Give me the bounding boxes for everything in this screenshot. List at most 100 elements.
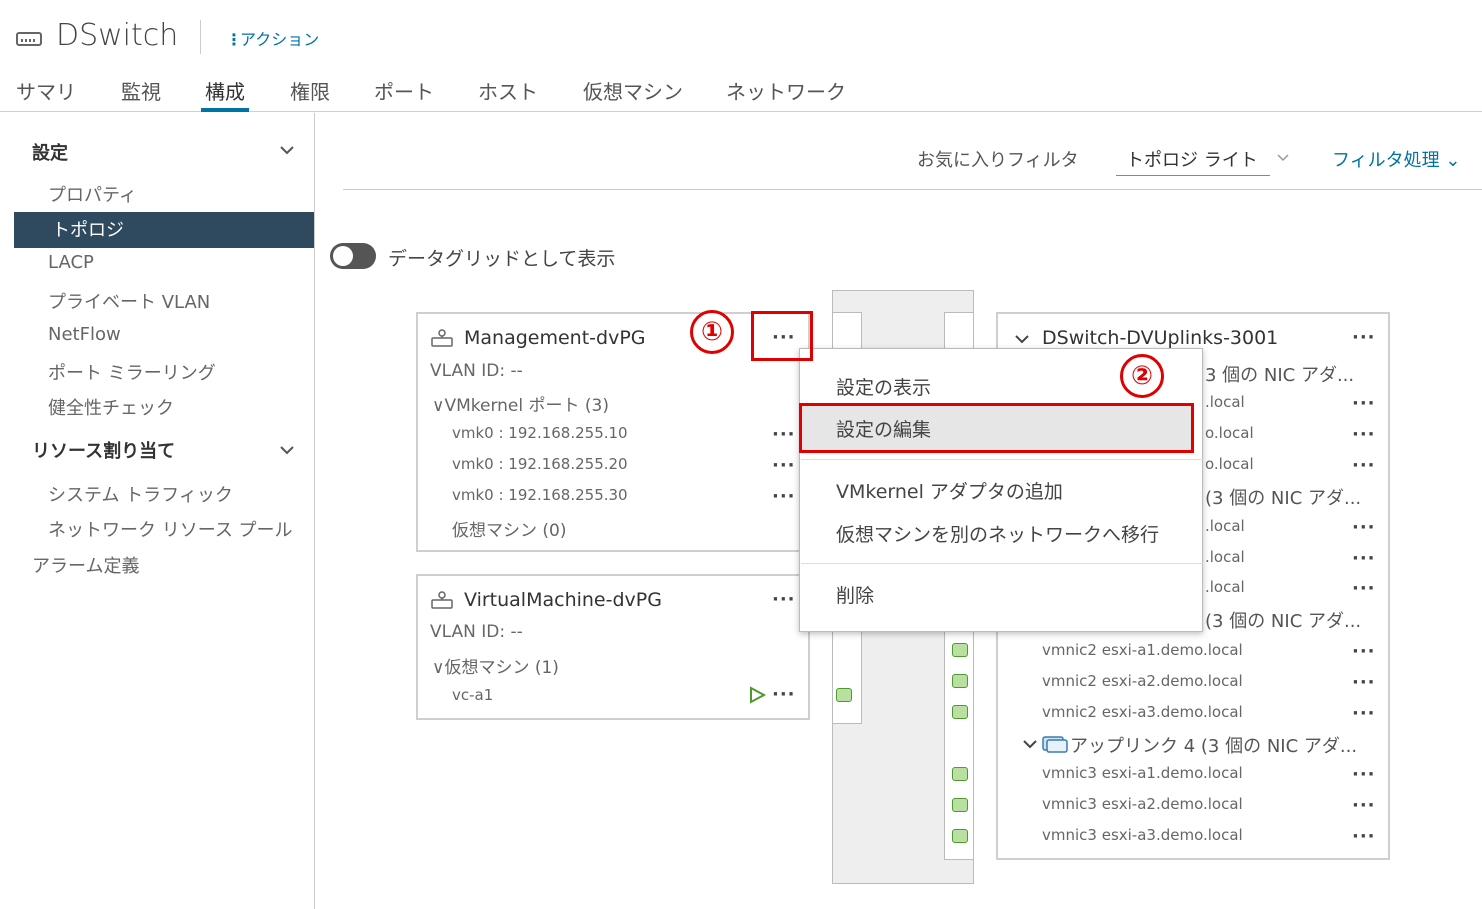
datagrid-toggle[interactable] [330,243,376,269]
tab-summary[interactable]: サマリ [16,76,76,112]
tab-permissions[interactable]: 権限 [290,76,330,112]
more-icon[interactable]: ··· [1352,393,1376,414]
vms-label: 仮想マシン (0) [452,521,567,541]
sidebar-item-system-traffic[interactable]: システム トラフィック [48,481,233,507]
sidebar-section-resources[interactable]: リソース割り当て [32,437,175,463]
more-icon[interactable]: ··· [772,486,796,507]
annotation-box-step1 [751,311,813,361]
more-icon[interactable]: ··· [1352,327,1376,348]
chevron-down-icon[interactable] [1022,737,1038,751]
menu-item-delete[interactable]: 削除 [836,581,874,608]
filter-label: フィルタ処理 [1332,150,1440,171]
more-icon[interactable]: ··· [1352,517,1376,538]
actions-label: アクション [240,30,320,49]
uplink-icon [1042,736,1068,753]
uplink-row: .local [1205,517,1245,535]
more-icon[interactable]: ··· [772,589,796,610]
vms-label: 仮想マシン (1) [444,658,559,678]
more-icon[interactable]: ··· [772,455,796,476]
uplink-row: .local [1205,578,1245,596]
vms-toggle[interactable]: ∨仮想マシン (1) [432,653,559,678]
divider [343,189,1482,190]
chevron-down-icon: ∨ [432,396,445,416]
datagrid-toggle-label: データグリッドとして表示 [388,248,616,270]
vlan-id: VLAN ID: -- [430,361,523,381]
uplink-group[interactable]: (3 個の NIC アダ... [1205,484,1361,510]
menu-item-migrate-vms[interactable]: 仮想マシンを別のネットワークへ移行 [836,520,1159,547]
sidebar-item-topology[interactable]: トポロジ [52,216,124,242]
more-icon[interactable]: ··· [1352,672,1376,693]
annotation-box-step2 [799,403,1194,453]
actions-menu-button[interactable]: ⋮アクション [226,26,319,50]
uplink-row: vmnic2 esxi-a2.demo.local [1042,672,1243,690]
chevron-down-icon[interactable] [278,141,296,159]
tab-vms[interactable]: 仮想マシン [583,76,683,112]
menu-item-view-settings[interactable]: 設定の表示 [836,373,931,400]
uplink-row: vmnic3 esxi-a2.demo.local [1042,795,1243,813]
vmk-row: vmk0 : 192.168.255.10 [452,424,628,442]
more-icon[interactable]: ··· [1352,455,1376,476]
sidebar-section-settings[interactable]: 設定 [32,139,68,165]
portgroup-name[interactable]: Management-dvPG [464,327,646,349]
tab-networks[interactable]: ネットワーク [726,76,846,112]
kebab-icon: ⋮ [226,30,242,49]
chevron-down-icon[interactable] [1014,332,1030,346]
uplink-row: .local [1205,548,1245,566]
more-icon[interactable]: ··· [1352,641,1376,662]
port-icon[interactable] [952,674,968,688]
switch-icon [16,32,42,46]
sidebar-item-health-check[interactable]: 健全性チェック [48,394,174,420]
tab-hosts[interactable]: ホスト [478,76,538,112]
vmkernel-ports-toggle[interactable]: ∨VMkernel ポート (3) [432,391,609,416]
topology-filter-select[interactable]: トポロジ ライト [1116,144,1270,176]
uplink-row: vmnic3 esxi-a3.demo.local [1042,826,1243,844]
settings-sidebar: 設定 プロパティ トポロジ LACP プライベート VLAN NetFlow ポ… [0,113,315,909]
more-icon[interactable]: ··· [1352,703,1376,724]
sidebar-item-properties[interactable]: プロパティ [48,181,137,207]
chevron-down-icon[interactable] [1276,150,1290,164]
portgroup-icon [431,591,453,609]
port-icon[interactable] [952,767,968,781]
menu-divider [801,563,1203,564]
sidebar-item-netflow[interactable]: NetFlow [48,324,121,345]
vmk-row: vmk0 : 192.168.255.30 [452,486,628,504]
vmkernel-ports-label: VMkernel ポート (3) [444,396,609,416]
sidebar-item-alarm-definitions[interactable]: アラーム定義 [32,552,139,578]
port-icon[interactable] [952,798,968,812]
more-icon[interactable]: ··· [772,424,796,445]
more-icon[interactable]: ··· [1352,548,1376,569]
tab-configure[interactable]: 構成 [201,76,249,112]
chevron-down-icon[interactable] [278,441,296,459]
uplink-group[interactable]: (3 個の NIC アダ... [1205,607,1361,633]
port-icon[interactable] [952,705,968,719]
annotation-step2: ② [1120,354,1164,398]
more-icon[interactable]: ··· [772,684,796,705]
uplinks-name[interactable]: DSwitch-DVUplinks-3001 [1042,327,1278,349]
uplink-row: o.local [1205,455,1254,473]
portgroup-name[interactable]: VirtualMachine-dvPG [464,589,662,611]
powered-on-icon [750,686,766,704]
vlan-id: VLAN ID: -- [430,622,523,642]
favorites-filter-label[interactable]: お気に入りフィルタ [917,146,1079,172]
uplink-row: vmnic2 esxi-a3.demo.local [1042,703,1243,721]
more-icon[interactable]: ··· [1352,764,1376,785]
more-icon[interactable]: ··· [1352,424,1376,445]
sidebar-item-lacp[interactable]: LACP [48,252,94,273]
filter-dropdown-button[interactable]: フィルタ処理 ⌄ [1332,146,1460,172]
sidebar-item-network-resource-pools[interactable]: ネットワーク リソース プール [48,516,293,542]
tab-monitor[interactable]: 監視 [121,76,161,112]
port-icon[interactable] [952,829,968,843]
object-title: DSwitch [56,18,179,53]
port-icon[interactable] [952,643,968,657]
port-icon[interactable] [836,688,852,702]
more-icon[interactable]: ··· [1352,826,1376,847]
more-icon[interactable]: ··· [1352,795,1376,816]
sidebar-item-private-vlan[interactable]: プライベート VLAN [48,288,210,314]
tab-ports[interactable]: ポート [374,76,434,112]
header-divider [200,20,201,54]
uplink-group[interactable]: アップリンク 4 (3 個の NIC アダ... [1070,732,1357,758]
more-icon[interactable]: ··· [1352,578,1376,599]
menu-item-add-vmkernel[interactable]: VMkernel アダプタの追加 [836,477,1063,504]
uplink-group[interactable]: 3 個の NIC アダ... [1205,361,1354,387]
sidebar-item-port-mirroring[interactable]: ポート ミラーリング [48,359,216,385]
